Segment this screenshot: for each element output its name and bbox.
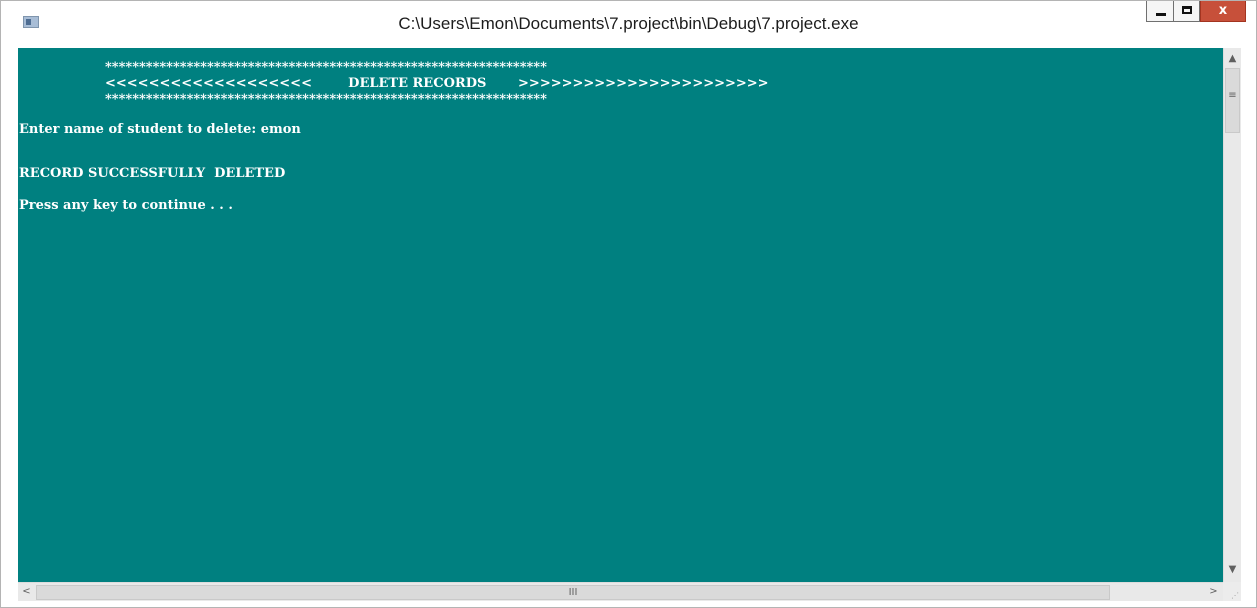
banner-title-line: <<<<<<<<<<<<<<<<<<< DELETE RECORDS >>>>>… [105, 76, 769, 91]
horizontal-scrollbar[interactable]: < III > [18, 582, 1223, 601]
banner-top-line: ****************************************… [105, 60, 547, 75]
continue-prompt-line: Press any key to continue . . . [19, 198, 233, 213]
resize-grip-icon: ⋰ [1231, 591, 1239, 600]
delete-prompt-line: Enter name of student to delete: emon [19, 122, 301, 137]
console-output[interactable]: ****************************************… [18, 48, 1223, 582]
maximize-icon [1182, 6, 1192, 14]
title-bar[interactable]: C:\Users\Emon\Documents\7.project\bin\De… [1, 1, 1256, 47]
scroll-left-icon[interactable]: < [18, 583, 35, 600]
close-button[interactable]: x [1200, 1, 1246, 22]
console-window: C:\Users\Emon\Documents\7.project\bin\De… [0, 0, 1257, 608]
window-frame-right [1241, 47, 1256, 607]
vertical-scrollbar[interactable]: ▲ ≡ ▼ [1223, 48, 1241, 582]
caption-buttons: x [1146, 1, 1246, 23]
delete-result-line: RECORD SUCCESSFULLY DELETED [19, 166, 286, 181]
vertical-scroll-thumb[interactable]: ≡ [1225, 68, 1240, 133]
resize-grip[interactable]: ⋰ [1223, 582, 1241, 601]
window-frame-bottom [1, 601, 1256, 607]
window-frame-left [1, 47, 18, 607]
banner-bottom-line: ****************************************… [105, 92, 547, 107]
scroll-up-icon[interactable]: ▲ [1224, 50, 1241, 67]
minimize-icon [1156, 13, 1166, 16]
window-title: C:\Users\Emon\Documents\7.project\bin\De… [398, 14, 859, 33]
scroll-right-icon[interactable]: > [1205, 583, 1222, 600]
maximize-button[interactable] [1173, 1, 1200, 22]
scroll-down-icon[interactable]: ▼ [1224, 561, 1241, 578]
horizontal-scroll-thumb[interactable]: III [36, 585, 1110, 600]
minimize-button[interactable] [1146, 1, 1173, 22]
close-icon: x [1218, 3, 1228, 18]
horizontal-grip-icon: III [568, 587, 578, 598]
vertical-grip-icon: ≡ [1228, 90, 1237, 101]
